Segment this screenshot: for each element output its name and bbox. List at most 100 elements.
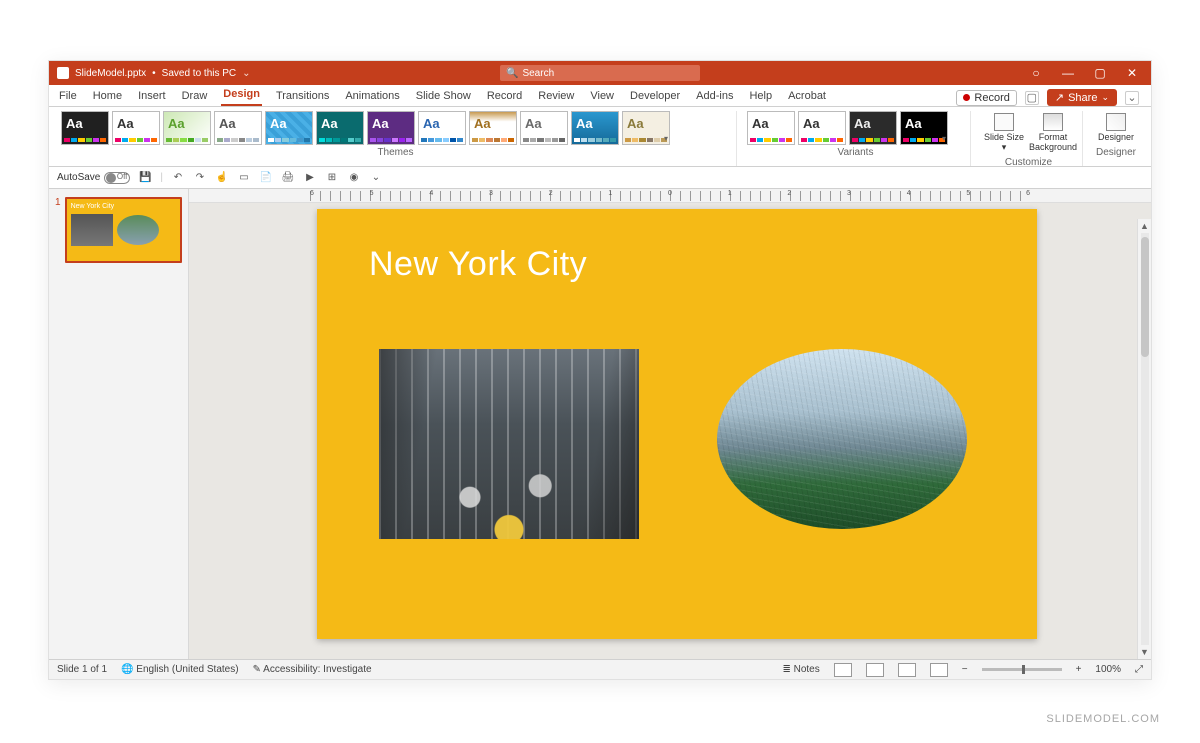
title-bar: SlideModel.pptx • Saved to this PC ⌄ 🔍 S… — [49, 61, 1151, 85]
tab-help[interactable]: Help — [747, 88, 774, 106]
tab-transitions[interactable]: Transitions — [274, 88, 331, 106]
touch-mode-icon[interactable]: ☝ — [215, 171, 229, 185]
designer-button[interactable]: Designer — [1093, 111, 1139, 145]
normal-view-icon[interactable] — [834, 663, 852, 677]
slideshow-view-icon[interactable] — [930, 663, 948, 677]
tab-insert[interactable]: Insert — [136, 88, 168, 106]
present-icon[interactable]: ▶ — [303, 171, 317, 185]
print-icon[interactable]: 🖨 — [281, 171, 295, 185]
present-dropdown-icon[interactable]: ▢ — [1025, 91, 1039, 105]
theme-tile-3[interactable]: Aa — [214, 111, 262, 145]
theme-tile-4[interactable]: Aa — [265, 111, 313, 145]
share-chevron-icon: ⌄ — [1101, 92, 1109, 103]
tab-animations[interactable]: Animations — [343, 88, 401, 106]
thumbnail-number: 1 — [55, 197, 61, 263]
slide-canvas[interactable]: New York City — [317, 209, 1037, 639]
qat-dropdown-icon[interactable]: ⌄ — [369, 171, 383, 185]
theme-tile-10[interactable]: Aa — [571, 111, 619, 145]
zoom-out-icon[interactable]: − — [962, 664, 968, 675]
vertical-scrollbar[interactable]: ▲ ▼ — [1137, 219, 1151, 659]
notes-button[interactable]: ≣ Notes — [782, 664, 819, 675]
theme-tile-2[interactable]: Aa — [163, 111, 211, 145]
variant-tile-2[interactable]: Aa — [849, 111, 897, 145]
app-icon — [57, 67, 69, 79]
redo-icon[interactable]: ↷ — [193, 171, 207, 185]
designer-label: Designer — [1098, 133, 1134, 143]
record-dot-icon — [963, 94, 970, 101]
tab-view[interactable]: View — [588, 88, 616, 106]
variant-tile-1[interactable]: Aa — [798, 111, 846, 145]
tab-record[interactable]: Record — [485, 88, 524, 106]
slide-title-text[interactable]: New York City — [369, 245, 587, 284]
cameo-icon[interactable]: ◉ — [347, 171, 361, 185]
undo-icon[interactable]: ↶ — [171, 171, 185, 185]
language-status[interactable]: 🌐 English (United States) — [121, 664, 239, 675]
toggle-switch-icon: Off — [104, 172, 130, 184]
zoom-in-icon[interactable]: + — [1076, 664, 1082, 675]
slide-size-button[interactable]: Slide Size ▾ — [981, 111, 1027, 155]
grid-icon[interactable]: ⊞ — [325, 171, 339, 185]
tab-review[interactable]: Review — [536, 88, 576, 106]
slide-image-rect[interactable] — [379, 349, 639, 539]
accessibility-status[interactable]: ✎ Accessibility: Investigate — [253, 664, 372, 675]
search-box[interactable]: 🔍 Search — [500, 65, 700, 81]
variants-gallery[interactable]: AaAaAaAa▾ — [747, 111, 964, 145]
search-icon: 🔍 — [506, 68, 518, 79]
powerpoint-window: SlideModel.pptx • Saved to this PC ⌄ 🔍 S… — [48, 60, 1152, 680]
search-placeholder: Search — [522, 68, 554, 79]
scrollbar-thumb[interactable] — [1141, 237, 1149, 357]
theme-tile-5[interactable]: Aa — [316, 111, 364, 145]
zoom-slider[interactable] — [982, 668, 1062, 671]
tab-slide-show[interactable]: Slide Show — [414, 88, 473, 106]
share-button[interactable]: ↗ Share ⌄ — [1047, 89, 1117, 106]
scroll-up-icon[interactable]: ▲ — [1140, 219, 1149, 233]
close-button[interactable]: ✕ — [1121, 66, 1143, 80]
theme-tile-0[interactable]: Aa — [61, 111, 109, 145]
autosave-toggle[interactable]: AutoSave Off — [57, 172, 130, 184]
tab-design[interactable]: Design — [221, 86, 262, 106]
format-bg-icon — [1043, 113, 1063, 131]
slide-thumbnail-1[interactable]: New York City — [65, 197, 182, 263]
open-icon[interactable]: 📄 — [259, 171, 273, 185]
sorter-view-icon[interactable] — [866, 663, 884, 677]
theme-tile-11[interactable]: Aa▾ — [622, 111, 670, 145]
slide-image-oval[interactable] — [717, 349, 967, 529]
theme-tile-8[interactable]: Aa — [469, 111, 517, 145]
user-account-icon[interactable]: ○ — [1025, 66, 1047, 80]
scroll-down-icon[interactable]: ▼ — [1140, 645, 1149, 659]
theme-tile-6[interactable]: Aa — [367, 111, 415, 145]
filename: SlideModel.pptx — [75, 68, 146, 79]
share-icon: ↗ — [1055, 91, 1064, 104]
save-state: Saved to this PC — [162, 68, 236, 79]
save-icon[interactable]: 💾 — [138, 171, 152, 185]
tab-acrobat[interactable]: Acrobat — [786, 88, 828, 106]
format-background-button[interactable]: Format Background — [1030, 111, 1076, 155]
tab-developer[interactable]: Developer — [628, 88, 682, 106]
theme-tile-1[interactable]: Aa — [112, 111, 160, 145]
tab-file[interactable]: File — [57, 88, 79, 106]
thumbnail-image-oval — [117, 215, 159, 245]
ribbon-collapse-icon[interactable]: ⌄ — [1125, 91, 1139, 105]
reading-view-icon[interactable] — [898, 663, 916, 677]
title-dropdown-icon[interactable]: ⌄ — [242, 68, 250, 79]
new-slide-icon[interactable]: ▭ — [237, 171, 251, 185]
tab-add-ins[interactable]: Add-ins — [694, 88, 735, 106]
fit-window-icon[interactable]: ⤢ — [1135, 664, 1143, 675]
record-button[interactable]: Record — [956, 90, 1016, 106]
maximize-button[interactable]: ▢ — [1089, 66, 1111, 80]
horizontal-ruler: 6543210123456 — [189, 189, 1151, 203]
theme-tile-7[interactable]: Aa — [418, 111, 466, 145]
themes-gallery[interactable]: AaAaAaAaAaAaAaAaAaAaAaAa▾ — [61, 111, 730, 145]
tab-draw[interactable]: Draw — [180, 88, 210, 106]
variant-tile-0[interactable]: Aa — [747, 111, 795, 145]
theme-tile-9[interactable]: Aa — [520, 111, 568, 145]
share-label: Share — [1068, 92, 1097, 104]
format-bg-label: Format Background — [1029, 133, 1077, 153]
minimize-button[interactable]: — — [1057, 66, 1079, 80]
dot: • — [152, 68, 156, 79]
tab-home[interactable]: Home — [91, 88, 124, 106]
variant-tile-3[interactable]: Aa▾ — [900, 111, 948, 145]
zoom-percent[interactable]: 100% — [1095, 664, 1121, 675]
thumbnail-title: New York City — [71, 203, 176, 210]
slide-thumbnails-panel: 1 New York City — [49, 189, 189, 659]
